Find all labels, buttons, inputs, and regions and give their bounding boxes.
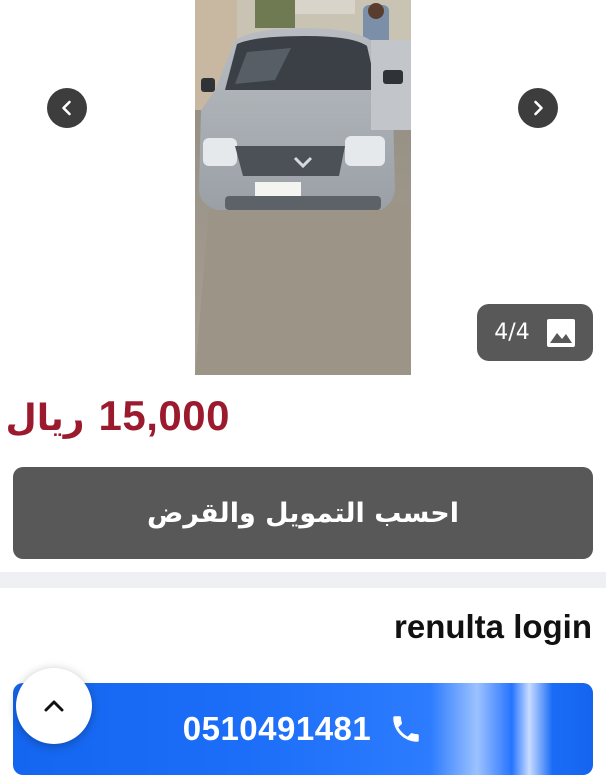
gallery-next-button[interactable]	[518, 88, 558, 128]
price-amount: 15,000	[98, 392, 230, 439]
section-divider	[0, 572, 606, 588]
seller-name: renulta login	[394, 608, 592, 645]
chevron-right-icon	[534, 100, 543, 116]
seller-phone-number: 0510491481	[182, 710, 372, 747]
price-currency: ريال	[5, 398, 85, 439]
scroll-to-top-button[interactable]	[16, 668, 92, 744]
chevron-up-icon	[44, 700, 64, 712]
chevron-left-icon	[62, 100, 71, 116]
call-seller-button[interactable]: 0510491481	[13, 683, 593, 775]
finance-calculator-button[interactable]: احسب التمويل والقرض	[13, 467, 593, 559]
gallery-prev-button[interactable]	[47, 88, 87, 128]
image-counter-text: 4/4	[494, 320, 530, 345]
listing-price: ريال 15,000	[6, 392, 230, 440]
image-icon	[546, 318, 575, 347]
car-photo-illustration	[195, 0, 411, 375]
image-gallery: 4/4	[0, 0, 606, 376]
car-photo[interactable]	[195, 0, 411, 375]
phone-icon	[393, 716, 420, 742]
image-counter-badge[interactable]: 4/4	[477, 304, 593, 361]
